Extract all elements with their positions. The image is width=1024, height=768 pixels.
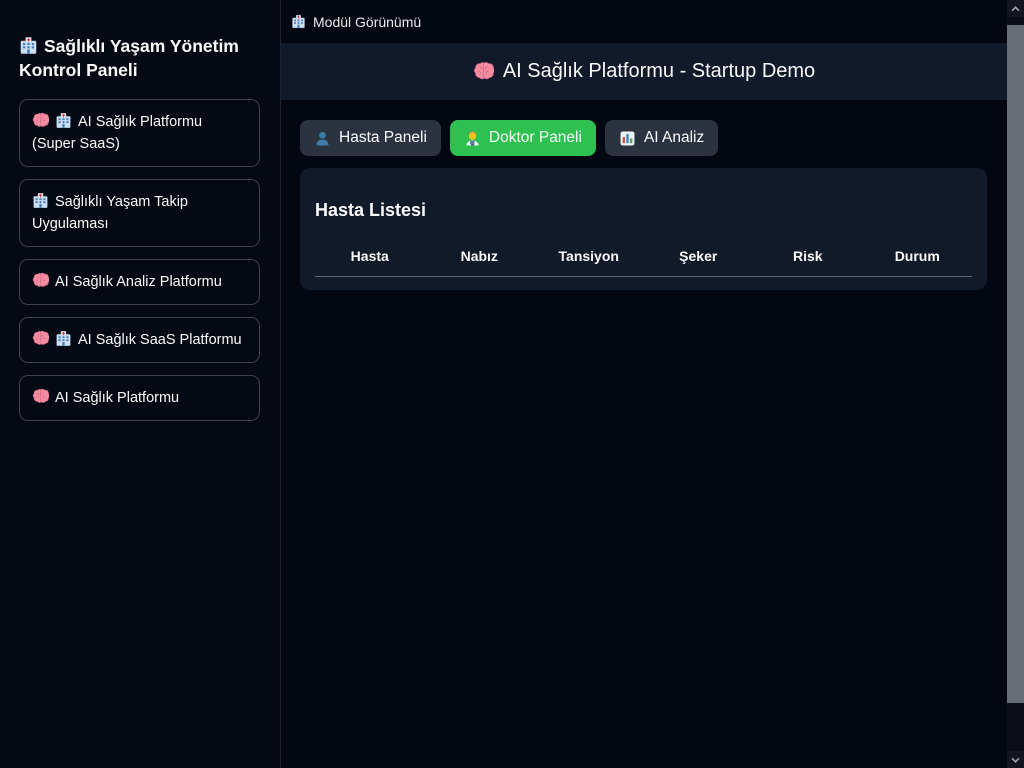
brain-icon <box>32 330 49 347</box>
sidebar-item-label: AI Sağlık SaaS Platformu <box>78 332 242 348</box>
sidebar-title-text: Sağlıklı Yaşam Yönetim Kontrol Paneli <box>19 36 239 80</box>
table-column-header: Nabız <box>425 248 535 264</box>
hospital-icon <box>55 330 72 347</box>
sidebar-item-ai-saglik-platformu-super-saas[interactable]: AI Sağlık Platformu (Super SaaS) <box>19 99 260 167</box>
sidebar-item-label: AI Sağlık Analiz Platformu <box>55 274 222 290</box>
sidebar: Sağlıklı Yaşam Yönetim Kontrol Paneli AI… <box>0 0 281 768</box>
panel-title: Hasta Listesi <box>315 200 972 221</box>
doctor-icon <box>464 130 481 147</box>
scroll-up-button[interactable] <box>1007 0 1024 17</box>
scroll-down-button[interactable] <box>1007 751 1024 768</box>
hospital-icon <box>291 14 306 29</box>
module-view-label: Modül Görünümü <box>313 14 421 30</box>
hospital-icon <box>55 112 72 129</box>
sidebar-item-saglikli-yasam-takip-uygulamasi[interactable]: Sağlıklı Yaşam Takip Uygulaması <box>19 179 260 247</box>
module-view-toolbar: Modül Görünümü <box>281 0 1007 43</box>
brain-icon <box>32 272 49 289</box>
tab-hasta-paneli[interactable]: Hasta Paneli <box>300 120 441 156</box>
table-column-header: Şeker <box>644 248 754 264</box>
hospital-icon <box>32 192 49 209</box>
patient-table-header-row: HastaNabızTansiyonŞekerRiskDurum <box>315 248 972 277</box>
scrollbar-thumb[interactable] <box>1007 25 1024 703</box>
brain-icon <box>473 61 494 82</box>
sidebar-title: Sağlıklı Yaşam Yönetim Kontrol Paneli <box>19 34 260 82</box>
module-banner: AI Sağlık Platformu - Startup Demo <box>281 43 1007 100</box>
table-column-header: Tansiyon <box>534 248 644 264</box>
tab-doktor-paneli[interactable]: Doktor Paneli <box>450 120 596 156</box>
user-icon <box>314 130 331 147</box>
sidebar-item-ai-saglik-saas-platformu[interactable]: AI Sağlık SaaS Platformu <box>19 317 260 363</box>
table-column-header: Risk <box>753 248 863 264</box>
panel-tabs: Hasta Paneli Doktor Paneli AI Analiz <box>300 120 987 156</box>
sidebar-item-ai-saglik-platformu[interactable]: AI Sağlık Platformu <box>19 375 260 421</box>
sidebar-module-list: AI Sağlık Platformu (Super SaaS) Sağlıklı… <box>19 99 260 421</box>
sidebar-item-ai-saglik-analiz-platformu[interactable]: AI Sağlık Analiz Platformu <box>19 259 260 305</box>
brain-icon <box>32 388 49 405</box>
module-banner-title: AI Sağlık Platformu - Startup Demo <box>503 60 815 83</box>
module-body: Hasta Paneli Doktor Paneli AI Analiz Hasta… <box>281 100 1007 290</box>
table-column-header: Durum <box>863 248 973 264</box>
tab-ai-analiz[interactable]: AI Analiz <box>605 120 718 156</box>
tab-label: Hasta Paneli <box>339 129 427 147</box>
patient-list-panel: Hasta Listesi HastaNabızTansiyonŞekerRis… <box>300 168 987 290</box>
sidebar-item-label: AI Sağlık Platformu <box>55 390 179 406</box>
chart-icon <box>619 130 636 147</box>
brain-icon <box>32 112 49 129</box>
main-content: Modül Görünümü AI Sağlık Platformu - Sta… <box>281 0 1007 768</box>
tab-label: Doktor Paneli <box>489 129 582 147</box>
table-column-header: Hasta <box>315 248 425 264</box>
tab-label: AI Analiz <box>644 129 704 147</box>
vertical-scrollbar[interactable] <box>1007 0 1024 768</box>
hospital-icon <box>19 36 38 55</box>
sidebar-item-label: Sağlıklı Yaşam Takip Uygulaması <box>32 194 188 232</box>
